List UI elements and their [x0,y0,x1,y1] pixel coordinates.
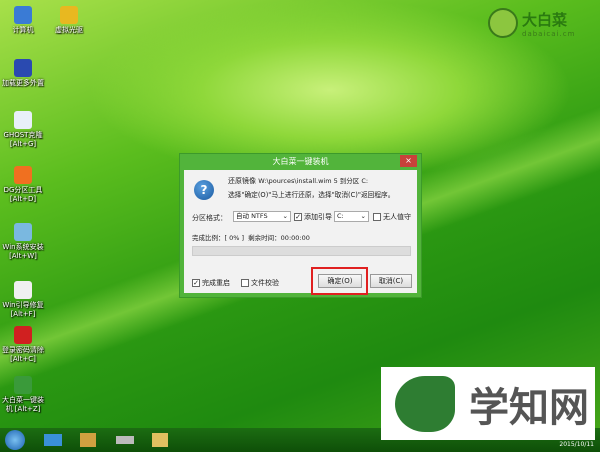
app-icon [14,376,32,394]
install-dialog: 大白菜一键装机 × ? 还原镜像 W:\pources\install.wim … [179,153,422,298]
desktop-icon-label: 加载更多外置 [2,79,44,87]
progress-bar [192,246,411,256]
app-icon [14,6,32,24]
unattended-label: 无人值守 [383,213,411,221]
drive-taskbar-icon[interactable] [116,436,134,444]
ok-button[interactable]: 确定(O) [318,274,362,288]
desktop-icon[interactable]: Win引导修复 [Alt+F] [0,281,46,319]
desktop-icon-label: 大白菜一键装 [2,396,44,404]
cancel-button[interactable]: 取消(C) [370,274,412,288]
desktop-icon[interactable]: GHOST克隆 [Alt+G] [0,111,46,149]
desktop-icon[interactable]: 登录密码清除 [Alt+C] [0,326,46,364]
app-icon [14,281,32,299]
app-icon [14,59,32,77]
cabbage-mascot-icon [488,8,518,38]
restore-image-path: W:\pources\install.wim 5 到分区 C: [258,177,369,185]
checkbox-icon: ✓ [294,213,302,221]
progress-percent: [ 0% ] [224,234,245,242]
watermark: 学知网 [381,367,595,440]
unattended-checkbox[interactable]: 无人值守 [373,212,411,222]
partition-format-value: 自动 NTFS [236,212,268,220]
tools-taskbar-icon[interactable] [80,433,96,447]
drive-select[interactable]: C: ⌄ [334,211,369,222]
chevron-down-icon: ⌄ [282,212,288,220]
app-taskbar-icon[interactable] [152,433,168,447]
question-icon: ? [194,180,214,200]
app-icon [14,111,32,129]
leaf-head-icon [395,375,455,432]
progress-label: 完成比例： [192,234,225,242]
app-icon [14,223,32,241]
add-boot-label: 添加引导 [304,213,332,221]
reboot-checkbox[interactable]: ✓ 完成重启 [192,278,230,288]
desktop-icon-shortcut: [Alt+W] [9,252,37,260]
checkbox-icon [241,279,249,287]
desktop-icon-label: Win系统安装 [2,243,44,251]
clock: 2015/10/11 [559,441,594,448]
desktop-icon-shortcut: [Alt+D] [9,195,37,203]
app-icon [60,6,78,24]
desktop-icon[interactable]: 大白菜一键装机 [Alt+Z] [0,376,46,414]
reboot-label: 完成重启 [202,279,230,287]
dialog-title: 大白菜一键装机 [272,157,329,166]
desktop-icon-label: DG分区工具 [3,186,43,194]
desktop-taskbar-icon[interactable] [44,434,62,446]
add-boot-checkbox[interactable]: ✓ 添加引导 [294,212,332,222]
close-button[interactable]: × [400,155,417,167]
remaining-time: 00:00:00 [280,234,310,242]
desktop-icon-label: 计算机 [12,26,34,34]
desktop-icon[interactable]: 虚拟光驱 [46,6,92,35]
chevron-down-icon: ⌄ [360,212,366,220]
drive-value: C: [337,212,344,220]
desktop-icon[interactable]: 加载更多外置 [0,59,46,88]
app-icon [14,166,32,184]
checkbox-icon: ✓ [192,279,200,287]
desktop-icon-label: GHOST克隆 [3,131,43,139]
remaining-label: 剩余时间： [248,234,281,242]
progress-info: 完成比例：[ 0% ] 剩余时间：00:00:00 [192,232,310,242]
dabaicai-logo: 大白菜 dabaicai.cm [488,8,575,38]
partition-format-label: 分区格式： [192,214,227,222]
desktop-icon-label: 登录密码清除 [2,346,44,354]
partition-format-select[interactable]: 自动 NTFS ⌄ [233,211,291,222]
desktop-icon[interactable]: DG分区工具 [Alt+D] [0,166,46,204]
desktop-icon-label: Win引导修复 [2,301,44,309]
instruction-text: 选择"确定(O)"马上进行还原，选择"取消(C)"返回程序。 [228,191,395,199]
desktop-icon[interactable]: Win系统安装 [Alt+W] [0,223,46,261]
desktop-icon-label: 虚拟光驱 [55,26,83,34]
desktop-icon-shortcut: [Alt+C] [10,355,36,363]
checkbox-icon [373,213,381,221]
watermark-text: 学知网 [469,384,589,431]
desktop-icon-shortcut: [Alt+G] [9,140,37,148]
start-button[interactable] [5,430,25,450]
verify-checkbox[interactable]: 文件校验 [241,278,279,288]
desktop-icon-shortcut: [Alt+F] [10,310,36,318]
restore-image-label: 还原镜像 [228,177,256,185]
app-icon [14,326,32,344]
desktop-icon[interactable]: 计算机 [0,6,46,35]
desktop-icon-shortcut: 机 [Alt+Z] [5,405,41,413]
verify-label: 文件校验 [251,279,279,287]
